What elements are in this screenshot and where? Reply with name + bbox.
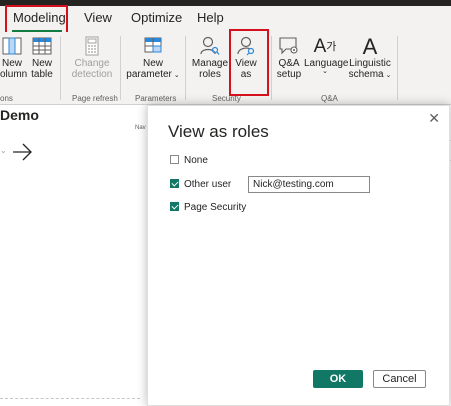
qa-setup-icon xyxy=(279,37,298,55)
arrow-right-icon[interactable] xyxy=(12,142,34,162)
qa-setup-label-2: setup xyxy=(276,69,302,80)
parameters-group-label: Parameters xyxy=(135,94,177,103)
manage-roles-icon xyxy=(200,36,220,55)
dialog-title: View as roles xyxy=(168,122,269,141)
option-other-user[interactable]: Other user xyxy=(170,179,231,190)
linguistic-schema-label-1: Linguistic xyxy=(349,58,391,69)
checkbox-other-user[interactable] xyxy=(170,179,179,188)
chevron-down-icon: ⌄ xyxy=(322,68,328,75)
manage-roles-label-1: Manage xyxy=(191,58,229,69)
option-page-security-label: Page Security xyxy=(184,202,247,213)
language-button[interactable]: A가 Language ⌄ xyxy=(304,36,349,75)
navigator-label: Nav xyxy=(135,125,146,131)
calculator-icon xyxy=(85,36,99,56)
ribbon-separator xyxy=(60,36,61,100)
new-column-label-1: New xyxy=(1,58,22,69)
chevron-down-icon: ⌄ xyxy=(0,146,7,155)
new-column-button[interactable]: New olumn xyxy=(0,36,28,80)
linguistic-schema-icon: A xyxy=(362,34,378,59)
new-parameter-label-2: parameter xyxy=(126,69,172,80)
modeling-tab-highlight xyxy=(5,5,68,35)
linguistic-schema-label-2: schema xyxy=(348,69,384,80)
page-refresh-group-label: Page refresh xyxy=(72,94,118,103)
qa-group-label: Q&A xyxy=(321,94,338,103)
linguistic-schema-button[interactable]: A Linguistic schema ⌄ xyxy=(346,36,394,81)
ribbon-separator xyxy=(120,36,121,100)
option-none[interactable]: None xyxy=(170,155,208,166)
tab-optimize[interactable]: Optimize xyxy=(131,10,182,25)
new-table-label-1: New xyxy=(31,58,52,69)
new-column-icon xyxy=(2,37,22,55)
cancel-button[interactable]: Cancel xyxy=(373,370,426,388)
other-user-input[interactable] xyxy=(248,176,370,193)
close-icon[interactable]: ✕ xyxy=(428,110,440,127)
canvas-boundary xyxy=(0,398,140,399)
new-parameter-label-1: New xyxy=(142,58,163,69)
ribbon-separator xyxy=(271,36,272,100)
manage-roles-label-2: roles xyxy=(199,69,221,80)
checkbox-none[interactable] xyxy=(170,155,179,164)
view-as-roles-dialog: View as roles ✕ None Other user Page Sec… xyxy=(147,105,450,406)
ribbon-separator xyxy=(397,36,398,100)
chevron-down-icon: ⌄ xyxy=(171,72,180,79)
language-icon: A가 xyxy=(313,36,337,57)
option-none-label: None xyxy=(184,155,208,166)
option-other-user-label: Other user xyxy=(184,179,232,190)
checkbox-page-security[interactable] xyxy=(170,202,179,211)
new-table-icon xyxy=(32,37,52,55)
qa-setup-button[interactable]: Q&A setup xyxy=(274,36,304,80)
change-detection-label-1: Change xyxy=(74,58,110,69)
new-table-button[interactable]: New table xyxy=(28,36,56,80)
new-parameter-button[interactable]: New parameter ⌄ xyxy=(126,36,180,81)
tab-help[interactable]: Help xyxy=(197,10,224,25)
new-table-label-2: table xyxy=(31,69,53,80)
ribbon: New olumn New table ons Change detection… xyxy=(0,32,451,105)
report-title: Demo xyxy=(0,107,39,123)
new-column-label-2: olumn xyxy=(0,69,28,80)
calculations-group-label: ons xyxy=(0,94,13,103)
chevron-down-icon: ⌄ xyxy=(383,72,392,79)
new-parameter-icon xyxy=(144,37,162,53)
change-detection-label-2: detection xyxy=(71,69,113,80)
change-detection-button[interactable]: Change detection xyxy=(70,36,114,80)
qa-setup-label-1: Q&A xyxy=(278,58,300,69)
manage-roles-button[interactable]: Manage roles xyxy=(190,36,230,80)
option-page-security[interactable]: Page Security xyxy=(170,202,246,213)
tab-view[interactable]: View xyxy=(84,10,112,25)
view-as-highlight xyxy=(229,29,269,96)
ok-button[interactable]: OK xyxy=(313,370,363,388)
ribbon-separator xyxy=(185,36,186,100)
